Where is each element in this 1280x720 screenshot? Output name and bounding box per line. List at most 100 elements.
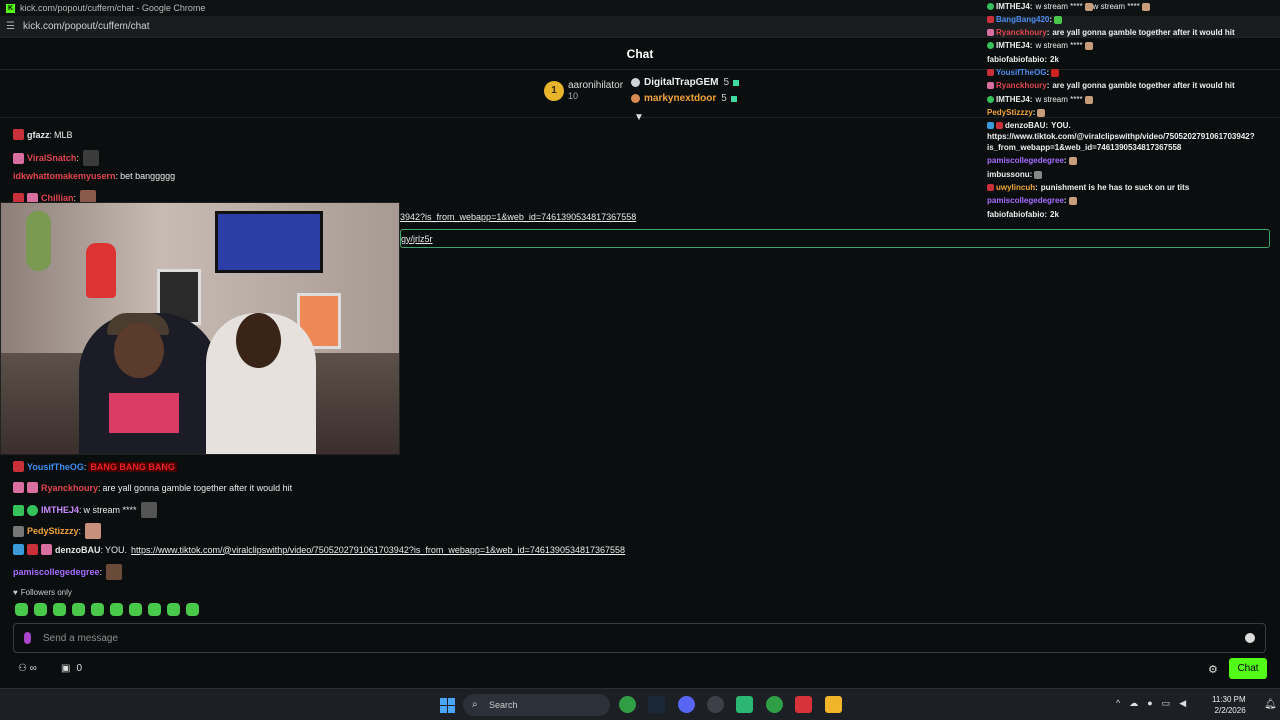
chat-username[interactable]: gfazz	[27, 130, 50, 140]
site-info-icon[interactable]: ☰	[6, 21, 15, 32]
overlay-username: fabiofabiofabio	[987, 55, 1045, 64]
system-tray[interactable]: ^ ☁ ● ▭ ◀	[1116, 698, 1186, 709]
chat-username[interactable]: Ryanckhoury	[41, 483, 98, 493]
emote-icon[interactable]	[72, 603, 85, 616]
emote-icon[interactable]	[110, 603, 123, 616]
settings-gear-icon[interactable]: ⚙	[1208, 663, 1218, 676]
chat-username[interactable]: IMTHEJ4	[41, 505, 79, 515]
notification-bell-icon[interactable]: 🔔︎	[1264, 699, 1277, 710]
overlay-username: PedyStizzzy	[987, 108, 1033, 117]
sub-badge-icon	[13, 482, 24, 493]
chrome-icon[interactable]	[766, 696, 783, 713]
emote-icon	[85, 523, 102, 539]
collapse-leaderboard-icon[interactable]: ▼	[634, 112, 644, 123]
chat-username[interactable]: YousifTheOG	[27, 462, 84, 472]
app-icon[interactable]	[736, 696, 753, 713]
chat-username[interactable]: PedyStizzzy	[27, 526, 79, 536]
chat-message: YousifTheOG: BANG BANG BANG	[13, 461, 177, 472]
emote-icon[interactable]	[91, 603, 104, 616]
leaderboard-first-name: aaronihilator	[568, 80, 624, 91]
app-icon[interactable]	[795, 696, 812, 713]
emoji-picker-icon[interactable]	[1245, 633, 1255, 643]
network-icon[interactable]: ▭	[1162, 698, 1171, 709]
share-link-icon[interactable]: ⚇ ∞	[18, 663, 37, 674]
overlay-message: imbussonu:	[987, 170, 1043, 179]
chat-link[interactable]: gy/jrlz5r	[401, 234, 433, 244]
emote-quick-bar	[15, 603, 199, 616]
message-input[interactable]: Send a message	[13, 623, 1266, 653]
emote-icon[interactable]	[148, 603, 161, 616]
mic-icon[interactable]: ●	[1147, 698, 1152, 709]
video-decor	[26, 211, 51, 271]
overlay-message: fabiofabiofabio: 2k	[987, 55, 1059, 64]
overlay-text: w stream ****	[1092, 2, 1140, 11]
windows-start-icon[interactable]	[440, 698, 455, 713]
emote-icon	[1084, 41, 1093, 50]
chat-sep: :	[49, 129, 53, 140]
steam-icon[interactable]	[648, 696, 665, 713]
overlay-username: uwylincuh	[996, 183, 1036, 192]
video-person	[79, 313, 219, 454]
chat-footer: ⚇ ∞ ▣ 0 ⚙ Chat	[0, 656, 1280, 682]
chat-title: Chat	[626, 46, 654, 61]
sub-badge-icon	[987, 16, 994, 23]
url-text[interactable]: kick.com/popout/cuffem/chat	[23, 21, 150, 32]
mic-icon[interactable]	[24, 632, 31, 644]
chat-username[interactable]: ViralSnatch	[27, 153, 76, 163]
taskbar-clock[interactable]: 11:30 PM 2/2/2026	[1212, 694, 1246, 716]
overlay-username: IMTHEJ4	[996, 95, 1030, 104]
window-title: kick.com/popout/cuffem/chat - Google Chr…	[20, 3, 206, 13]
chat-username[interactable]: denzoBAU	[55, 545, 101, 555]
overlay-username: Ryanckhoury	[996, 28, 1047, 37]
stream-video-overlay[interactable]	[0, 202, 400, 455]
search-icon: ⌕	[472, 699, 478, 710]
gift-icon: ▣	[61, 663, 71, 674]
overlay-message: uwylincuh: punishment is he has to suck …	[987, 183, 1189, 192]
chat-link[interactable]: 3942?is_from_webapp=1&web_id=74613905348…	[400, 212, 636, 222]
chevron-up-icon[interactable]: ^	[1116, 698, 1120, 709]
volume-icon[interactable]: ◀	[1179, 698, 1186, 709]
overlay-message: Ryanckhoury: are yall gonna gamble toget…	[987, 28, 1235, 37]
emote-icon[interactable]	[129, 603, 142, 616]
overlay-username: IMTHEJ4	[996, 41, 1030, 50]
chat-link[interactable]: https://www.tiktok.com/@viralclipswithp/…	[131, 545, 625, 555]
overlay-message: https://www.tiktok.com/@viralclipswithp/…	[987, 132, 1255, 141]
taskbar-search[interactable]: ⌕ Search	[463, 694, 610, 716]
leaderboard-third[interactable]: markynextdoor 5	[631, 93, 737, 104]
file-explorer-icon[interactable]	[825, 696, 842, 713]
video-face	[114, 323, 164, 378]
chat-message: pamiscollegedegree:	[13, 564, 123, 580]
app-icon[interactable]	[707, 696, 724, 713]
chat-username[interactable]: idkwhattomakemyusern	[13, 171, 116, 181]
emote-icon	[1084, 2, 1093, 11]
sub-badge-icon	[13, 461, 24, 472]
sub-badge-icon	[27, 544, 38, 555]
chat-username[interactable]: pamiscollegedegree	[13, 567, 100, 577]
verified-badge-icon	[987, 96, 994, 103]
emote-icon	[140, 502, 157, 518]
overlay-message: IMTHEJ4: w stream ****	[987, 41, 1093, 50]
overlay-text: are yall gonna gamble together after it …	[1052, 28, 1235, 37]
emote-icon[interactable]	[186, 603, 199, 616]
overlay-message: YousifTheOG:	[987, 68, 1060, 77]
gift-counter[interactable]: ▣ 0	[61, 663, 82, 674]
cloud-icon[interactable]: ☁	[1129, 698, 1138, 709]
overlay-username: Ryanckhoury	[996, 81, 1047, 90]
emote-icon	[1068, 196, 1077, 205]
emote-icon[interactable]	[167, 603, 180, 616]
heart-icon: ♥	[13, 588, 18, 597]
chrome-icon[interactable]	[619, 696, 636, 713]
emote-icon[interactable]	[15, 603, 28, 616]
sub-badge-icon	[987, 69, 994, 76]
leaderboard-first[interactable]: 1 aaronihilator 10	[544, 80, 623, 101]
sub-badge-icon	[13, 129, 24, 140]
emote-icon[interactable]	[34, 603, 47, 616]
kick-logo-icon: K	[6, 3, 15, 13]
chat-text: YOU.	[105, 544, 128, 555]
leaderboard-second[interactable]: DigitalTrapGEM 5	[631, 77, 740, 88]
send-chat-button[interactable]: Chat	[1229, 658, 1267, 679]
discord-icon[interactable]	[678, 696, 695, 713]
emote-icon[interactable]	[53, 603, 66, 616]
chat-message: denzoBAU: YOU. https://www.tiktok.com/@v…	[13, 544, 625, 555]
video-person	[206, 313, 316, 454]
